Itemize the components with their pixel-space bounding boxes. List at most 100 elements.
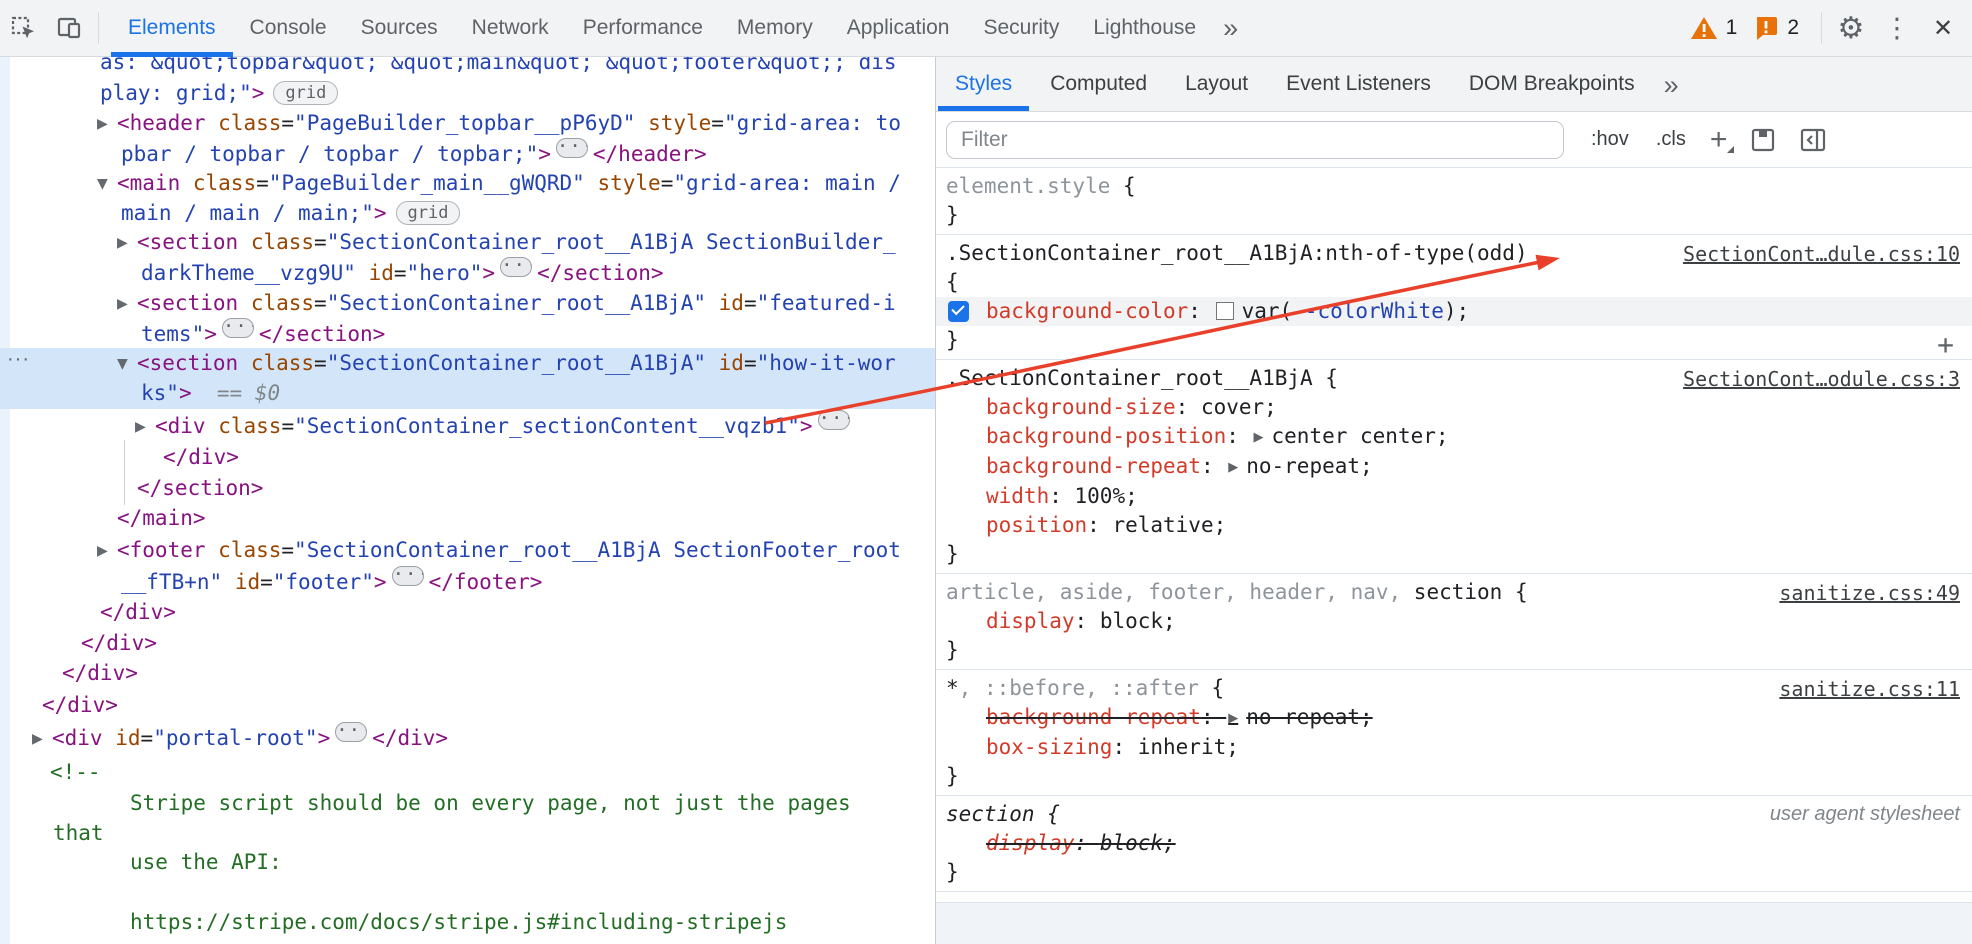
issues-indicator[interactable]: 2: [1753, 15, 1799, 41]
tab-application[interactable]: Application: [830, 0, 967, 57]
dom-tree-line[interactable]: pbar / topbar / topbar / topbar;">···</h…: [121, 138, 707, 168]
dom-tree-line[interactable]: ▶<div id="portal-root">···</div>: [52, 722, 448, 752]
ellipsis-expand-button[interactable]: ···: [556, 138, 588, 158]
expand-arrow-icon[interactable]: ▶: [117, 228, 137, 258]
expand-shorthand-icon[interactable]: ▶: [1228, 460, 1238, 475]
inspect-element-button[interactable]: [0, 0, 46, 56]
dom-tree-line[interactable]: ▶<header class="PageBuilder_topbar__pP6y…: [117, 108, 901, 138]
tab-network[interactable]: Network: [455, 0, 566, 57]
tab-styles[interactable]: Styles: [936, 57, 1031, 111]
css-property[interactable]: background-repeat: ▶no-repeat;: [946, 452, 1972, 482]
tab-console[interactable]: Console: [233, 0, 344, 57]
grid-badge[interactable]: grid: [273, 81, 338, 105]
tab-layout[interactable]: Layout: [1166, 57, 1267, 111]
styles-filter-input[interactable]: [946, 121, 1564, 159]
more-tabs-chevron-icon[interactable]: »: [1213, 0, 1248, 57]
css-property[interactable]: background-position: ▶center center;: [946, 422, 1972, 452]
close-devtools-button[interactable]: ✕: [1920, 0, 1966, 56]
dom-tree-line[interactable]: </section>: [137, 473, 263, 503]
toggle-sidebar-icon[interactable]: [1799, 126, 1827, 154]
expand-shorthand-icon[interactable]: ▶: [1228, 711, 1238, 726]
expand-arrow-icon[interactable]: ▶: [97, 109, 117, 139]
dom-tree-line[interactable]: https://stripe.com/docs/stripe.js#includ…: [130, 907, 787, 937]
dom-tree-line[interactable]: main / main / main;">grid: [121, 198, 460, 228]
ellipsis-expand-button[interactable]: ···: [222, 318, 254, 338]
ellipsis-expand-button[interactable]: ···: [818, 410, 850, 430]
more-sidebar-tabs-chevron-icon[interactable]: »: [1654, 57, 1689, 111]
property-checkbox[interactable]: [948, 301, 969, 322]
css-property[interactable]: background-size: cover;: [946, 393, 1972, 422]
property-value: block;: [1100, 609, 1176, 633]
floppy-disk-icon[interactable]: [1749, 126, 1777, 154]
dom-tree-line[interactable]: use the API:: [130, 847, 282, 877]
tab-memory[interactable]: Memory: [720, 0, 830, 57]
expand-arrow-icon[interactable]: ▶: [97, 536, 117, 566]
tab-lighthouse[interactable]: Lighthouse: [1076, 0, 1213, 57]
expand-arrow-icon[interactable]: ▶: [135, 412, 155, 442]
stylesheet-link[interactable]: SectionCont…odule.css:3: [1683, 367, 1960, 391]
dom-tree-line[interactable]: ▶<section class="SectionContainer_root__…: [137, 227, 896, 257]
menu-kebab-button[interactable]: ⋮: [1874, 0, 1920, 56]
code-text: [206, 111, 219, 135]
dom-tree-line[interactable]: ▶<footer class="SectionContainer_root__A…: [117, 535, 901, 565]
css-property[interactable]: box-sizing: inherit;: [946, 733, 1972, 762]
css-property[interactable]: background-repeat: ▶no-repeat;: [946, 703, 1972, 733]
css-property[interactable]: position: relative;: [946, 511, 1972, 540]
tab-performance[interactable]: Performance: [566, 0, 720, 57]
dom-tree-line[interactable]: </div>: [100, 597, 176, 627]
tab-computed[interactable]: Computed: [1031, 57, 1166, 111]
collapse-arrow-icon[interactable]: ▼: [117, 349, 137, 379]
dom-tree-line[interactable]: play: grid;">grid: [100, 78, 338, 108]
dom-tree-line[interactable]: ▼<section class="SectionContainer_root__…: [137, 348, 896, 378]
property-text: background-color: var(--colorWhite);: [986, 299, 1469, 323]
ellipsis-expand-button[interactable]: ···: [392, 566, 424, 586]
settings-gear-button[interactable]: ⚙: [1828, 0, 1874, 56]
collapse-arrow-icon[interactable]: ▼: [97, 169, 117, 199]
css-selector[interactable]: element.style {: [946, 172, 1972, 201]
dom-tree-line[interactable]: <!--: [50, 757, 101, 787]
css-selector[interactable]: {: [946, 268, 1972, 297]
css-property[interactable]: background-color: var(--colorWhite);: [936, 297, 1972, 326]
warnings-indicator[interactable]: 1: [1690, 15, 1738, 41]
selector-text: .SectionContainer_root__A1BjA:nth-of-typ…: [946, 241, 1528, 265]
tab-sources[interactable]: Sources: [344, 0, 455, 57]
grid-badge[interactable]: grid: [396, 201, 461, 225]
dom-tree-line[interactable]: ▶<div class="SectionContainer_sectionCon…: [155, 410, 855, 440]
expand-arrow-icon[interactable]: ▶: [32, 724, 52, 754]
insert-rule-plus-button[interactable]: +: [1937, 328, 1954, 361]
dom-tree-line[interactable]: </main>: [117, 503, 206, 533]
stylesheet-link[interactable]: sanitize.css:49: [1779, 581, 1960, 605]
toggle-element-state-button[interactable]: :hov: [1591, 128, 1629, 151]
tab-elements[interactable]: Elements: [111, 0, 233, 57]
device-toolbar-button[interactable]: [46, 0, 92, 56]
css-property[interactable]: width: 100%;: [946, 482, 1972, 511]
ellipsis-expand-button[interactable]: ···: [500, 257, 532, 277]
dom-tree-line[interactable]: darkTheme__vzg9U" id="hero">···</section…: [141, 257, 664, 287]
stylesheet-link[interactable]: SectionCont…dule.css:10: [1683, 242, 1960, 266]
css-property[interactable]: display: block;: [946, 607, 1972, 636]
ellipsis-expand-button[interactable]: ···: [335, 722, 367, 742]
element-classes-button[interactable]: .cls: [1656, 128, 1686, 151]
dom-tree-line[interactable]: </div>: [62, 658, 138, 688]
dom-tree-line[interactable]: </div>: [42, 690, 118, 720]
dom-tree-line[interactable]: __fTB+n" id="footer">···</footer>: [121, 566, 542, 596]
expand-shorthand-icon[interactable]: ▶: [1254, 430, 1264, 445]
css-property[interactable]: display: block;: [946, 829, 1972, 858]
dom-tree-line[interactable]: </div>: [163, 442, 239, 472]
dom-tree-line[interactable]: ks"> == $0: [141, 378, 280, 408]
dom-tree-line[interactable]: </div>: [81, 628, 157, 658]
dom-tree-line[interactable]: Stripe script should be on every page, n…: [130, 788, 851, 818]
stylesheet-link[interactable]: sanitize.css:11: [1779, 677, 1960, 701]
color-swatch[interactable]: [1216, 302, 1234, 320]
tab-dom-breakpoints[interactable]: DOM Breakpoints: [1450, 57, 1654, 111]
dom-tree-line[interactable]: that: [53, 818, 104, 848]
gutter-more-actions-button[interactable]: ···: [7, 348, 30, 371]
dom-tree-line[interactable]: as: &quot;topbar&quot; &quot;main&quot; …: [100, 57, 897, 77]
tab-event-listeners[interactable]: Event Listeners: [1267, 57, 1450, 111]
dom-tree-line[interactable]: ▼<main class="PageBuilder_main__gWQRD" s…: [117, 168, 901, 198]
expand-arrow-icon[interactable]: ▶: [117, 289, 137, 319]
dom-tree-line[interactable]: tems">···</section>: [141, 318, 385, 348]
new-style-rule-button[interactable]: +: [1710, 125, 1728, 155]
dom-tree-line[interactable]: ▶<section class="SectionContainer_root__…: [137, 288, 896, 318]
tab-security[interactable]: Security: [966, 0, 1076, 57]
